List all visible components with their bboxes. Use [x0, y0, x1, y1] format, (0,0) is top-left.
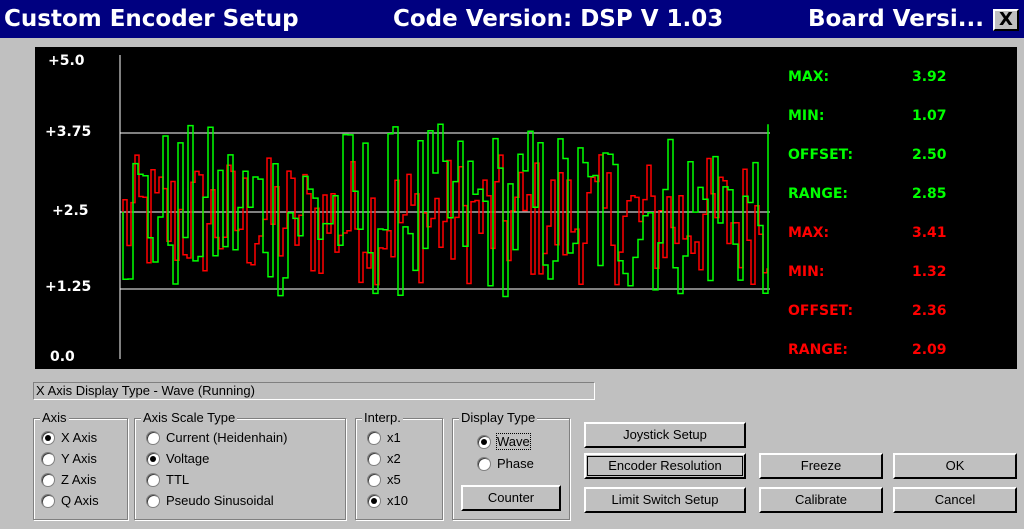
ok-button[interactable]: OK: [893, 453, 1017, 479]
radio-x5[interactable]: x5: [367, 471, 401, 489]
red-offset-label: OFFSET:: [788, 303, 854, 319]
limit-switch-setup-button[interactable]: Limit Switch Setup: [584, 487, 746, 513]
radio-pseudo-label: Pseudo Sinusoidal: [166, 493, 274, 508]
radio-x1-label: x1: [387, 430, 401, 445]
window-title: Custom Encoder Setup: [4, 6, 299, 32]
encoder-setup-window: Custom Encoder Setup Code Version: DSP V…: [0, 0, 1024, 529]
radio-x2-label: x2: [387, 451, 401, 466]
radio-wave[interactable]: Wave: [477, 433, 531, 451]
title-bar[interactable]: Custom Encoder Setup Code Version: DSP V…: [0, 0, 1024, 38]
axis-scale-type-label: Axis Scale Type: [141, 410, 238, 425]
radio-ttl[interactable]: TTL: [146, 471, 189, 489]
radio-voltage[interactable]: Voltage: [146, 450, 209, 468]
green-range-value: 2.85: [912, 186, 947, 202]
display-type-group: Display Type Wave Phase Counter: [452, 410, 570, 520]
joystick-setup-button[interactable]: Joystick Setup: [584, 422, 746, 448]
y-tick-1-25: +1.25: [45, 279, 92, 295]
waveform-plot: [119, 55, 770, 359]
radio-x10-label: x10: [387, 493, 408, 508]
radio-pseudo-sinusoidal[interactable]: Pseudo Sinusoidal: [146, 492, 274, 510]
radio-phase-label: Phase: [497, 456, 534, 471]
counter-button[interactable]: Counter: [461, 485, 561, 511]
radio-icon: [146, 493, 160, 508]
interp-group: Interp. x1 x2 x5 x10: [355, 410, 443, 520]
cancel-button[interactable]: Cancel: [893, 487, 1017, 513]
radio-icon: [367, 472, 381, 487]
radio-icon: [146, 472, 160, 487]
radio-icon: [477, 456, 491, 471]
red-max-value: 3.41: [912, 225, 947, 241]
radio-icon: [367, 451, 381, 466]
green-min-label: MIN:: [788, 108, 825, 124]
radio-voltage-label: Voltage: [166, 451, 210, 466]
close-icon: X: [999, 9, 1013, 30]
y-tick-2-5: +2.5: [52, 203, 89, 219]
y-tick-5-0: +5.0: [48, 53, 85, 69]
waveform-scope: +5.0 +3.75 +2.5 +1.25 0.0 MAX: 3.92 MIN:…: [35, 47, 1017, 369]
radio-y-axis-label: Y Axis: [61, 451, 97, 466]
red-min-label: MIN:: [788, 264, 825, 280]
y-tick-3-75: +3.75: [45, 124, 92, 140]
status-bar: X Axis Display Type - Wave (Running): [33, 382, 595, 400]
encoder-resolution-button[interactable]: Encoder Resolution: [584, 453, 746, 479]
green-offset-value: 2.50: [912, 147, 947, 163]
y-tick-0-0: 0.0: [50, 349, 75, 365]
freeze-button[interactable]: Freeze: [759, 453, 883, 479]
radio-selected-icon: [146, 451, 160, 466]
green-offset-label: OFFSET:: [788, 147, 854, 163]
radio-wave-label: Wave: [496, 433, 531, 450]
radio-phase[interactable]: Phase: [477, 455, 534, 473]
radio-x5-label: x5: [387, 472, 401, 487]
radio-icon: [41, 472, 55, 487]
axis-scale-type-group: Axis Scale Type Current (Heidenhain) Vol…: [134, 410, 346, 520]
red-max-label: MAX:: [788, 225, 830, 241]
radio-x-axis-label: X Axis: [61, 430, 98, 445]
radio-icon: [41, 493, 55, 508]
red-range-value: 2.09: [912, 342, 947, 358]
radio-x1[interactable]: x1: [367, 429, 401, 447]
radio-q-axis[interactable]: Q Axis: [41, 492, 99, 510]
radio-y-axis[interactable]: Y Axis: [41, 450, 97, 468]
display-type-label: Display Type: [459, 410, 538, 425]
radio-current-label: Current (Heidenhain): [166, 430, 288, 445]
radio-icon: [146, 430, 160, 445]
calibrate-button[interactable]: Calibrate: [759, 487, 883, 513]
green-max-label: MAX:: [788, 69, 830, 85]
radio-current-heidenhain[interactable]: Current (Heidenhain): [146, 429, 287, 447]
board-version-label: Board Versi...: [808, 6, 984, 32]
radio-icon: [41, 451, 55, 466]
radio-selected-icon: [477, 434, 491, 449]
axis-group: Axis X Axis Y Axis Z Axis Q Axis: [33, 410, 128, 520]
radio-x2[interactable]: x2: [367, 450, 401, 468]
red-offset-value: 2.36: [912, 303, 947, 319]
radio-z-axis-label: Z Axis: [61, 472, 97, 487]
red-channel-wave: [122, 154, 768, 286]
radio-z-axis[interactable]: Z Axis: [41, 471, 96, 489]
red-min-value: 1.32: [912, 264, 947, 280]
radio-x-axis[interactable]: X Axis: [41, 429, 97, 447]
interp-group-label: Interp.: [362, 410, 403, 425]
red-range-label: RANGE:: [788, 342, 848, 358]
green-range-label: RANGE:: [788, 186, 848, 202]
radio-selected-icon: [367, 493, 381, 508]
code-version-label: Code Version: DSP V 1.03: [393, 6, 724, 32]
axis-group-label: Axis: [40, 410, 69, 425]
radio-selected-icon: [41, 430, 55, 445]
green-min-value: 1.07: [912, 108, 947, 124]
radio-q-axis-label: Q Axis: [61, 493, 99, 508]
green-max-value: 3.92: [912, 69, 947, 85]
radio-icon: [367, 430, 381, 445]
close-button[interactable]: X: [993, 9, 1019, 31]
radio-ttl-label: TTL: [166, 472, 190, 487]
radio-x10[interactable]: x10: [367, 492, 408, 510]
